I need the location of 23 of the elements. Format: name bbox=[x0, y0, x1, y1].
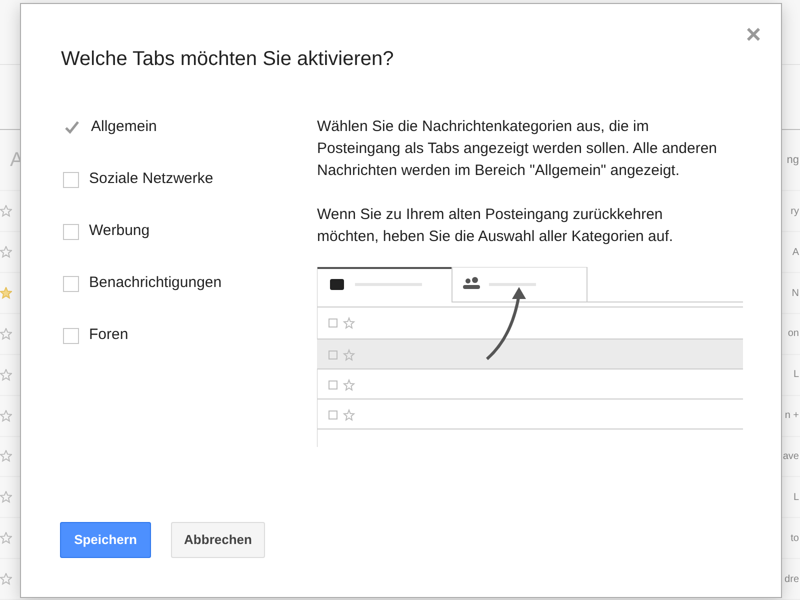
checkbox[interactable] bbox=[63, 328, 79, 344]
message-fragment: n + bbox=[784, 409, 800, 424]
option-label[interactable]: Werbung bbox=[89, 220, 150, 243]
column-heading: ng bbox=[786, 152, 800, 168]
message-fragment: ave bbox=[782, 450, 800, 464]
message-fragment: A bbox=[792, 246, 800, 260]
message-fragment: L bbox=[793, 490, 800, 505]
message-fragment: ry bbox=[790, 204, 800, 219]
message-fragment: on bbox=[788, 327, 800, 342]
option-label[interactable]: Soziale Netzwerke bbox=[89, 168, 214, 191]
checkbox[interactable] bbox=[63, 224, 79, 240]
description-text: Wählen Sie die Nachrichtenkategorien aus, die im Posteingang als Tabs angezeigt werden sollen. Alle anderen Nachrichten werden im Bereich "Allgemein" angezeigt. bbox=[317, 117, 718, 181]
checkbox[interactable] bbox=[63, 172, 79, 188]
checkbox[interactable] bbox=[63, 276, 79, 292]
message-fragment: N bbox=[792, 286, 800, 300]
message-fragment: L bbox=[793, 368, 800, 382]
option-label[interactable]: Foren bbox=[89, 324, 128, 347]
cancel-button[interactable]: Abbrechen bbox=[171, 522, 265, 558]
option-label[interactable]: Benachrichtigungen bbox=[89, 272, 222, 295]
message-fragment: to bbox=[790, 532, 800, 546]
message-fragment: dre bbox=[784, 572, 800, 587]
description-text: Wenn Sie zu Ihrem alten Posteingang zurückkehren möchten, heben Sie die Auswahl aller Kategorien auf. bbox=[317, 205, 674, 247]
dialog-title: Welche Tabs möchten Sie aktivieren? bbox=[61, 47, 394, 72]
